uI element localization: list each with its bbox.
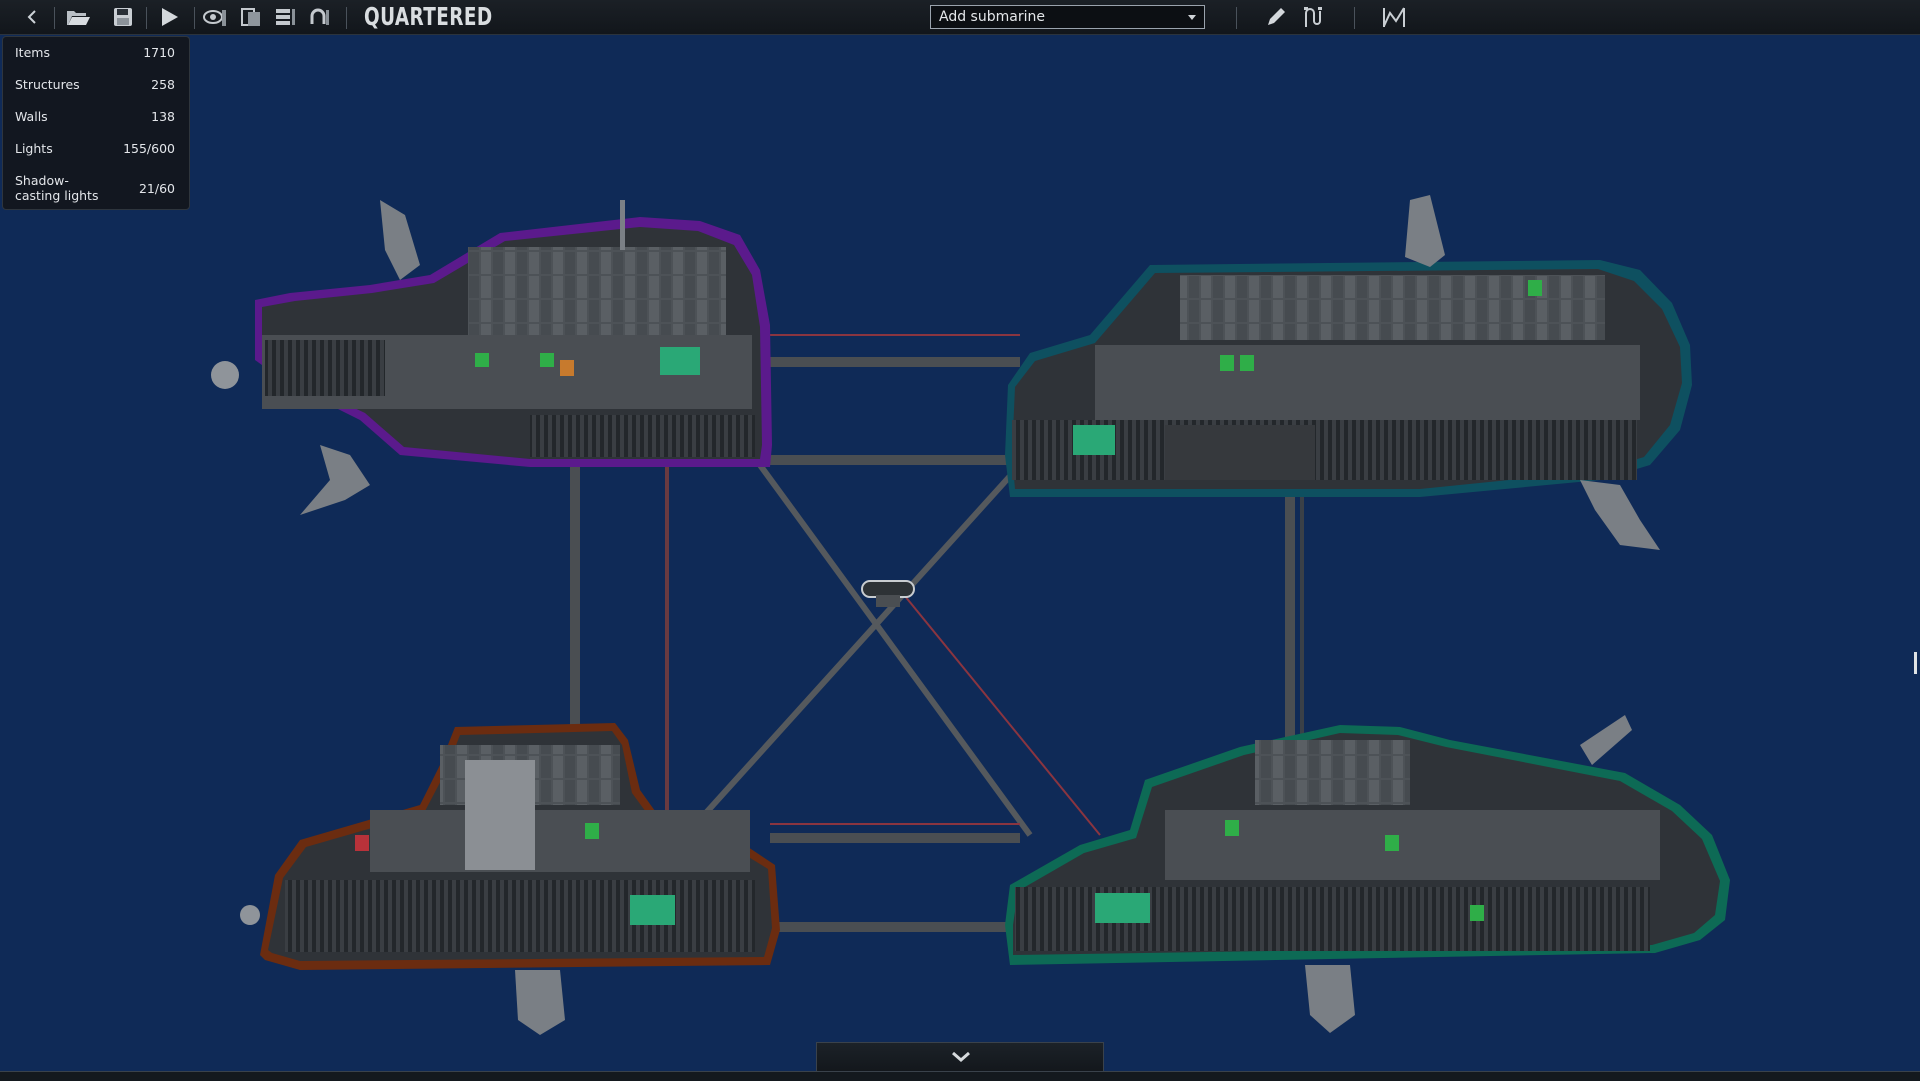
- list-icon: [276, 9, 295, 25]
- chevron-down-icon: [1188, 15, 1196, 20]
- back-icon: [27, 10, 36, 24]
- submarine-editor-canvas[interactable]: [0, 35, 1920, 1071]
- submarine-brown[interactable]: [240, 723, 780, 1035]
- waypoints-button[interactable]: [1380, 4, 1408, 30]
- play-icon: [162, 8, 178, 26]
- submarine-purple[interactable]: [211, 200, 772, 515]
- pencil-icon: [1268, 8, 1285, 25]
- wiring-mode-button[interactable]: [1300, 4, 1326, 30]
- add-submarine-dropdown[interactable]: Add submarine: [930, 5, 1205, 29]
- toggle-entity-menu-button[interactable]: [816, 1042, 1104, 1071]
- add-submarine-label: Add submarine: [939, 9, 1045, 25]
- editor-toolbar: QUARTERED Add submarine: [0, 0, 1920, 35]
- chevron-down-icon: [952, 1051, 970, 1062]
- resize-handle[interactable]: [1914, 652, 1917, 674]
- undo-icon: [310, 8, 329, 25]
- visibility-button[interactable]: [202, 4, 228, 30]
- submarine-green[interactable]: [1005, 715, 1730, 1033]
- back-button[interactable]: [22, 4, 42, 30]
- submarine-teal[interactable]: [1005, 195, 1692, 550]
- edit-mode-button[interactable]: [1264, 4, 1290, 30]
- open-folder-icon: [67, 11, 90, 25]
- visibility-icon: [203, 10, 226, 26]
- layers-button[interactable]: [238, 4, 264, 30]
- open-button[interactable]: [64, 4, 92, 30]
- waypoint-icon: [1383, 7, 1405, 27]
- entity-list-button[interactable]: [272, 4, 298, 30]
- undo-button[interactable]: [306, 4, 332, 30]
- docking-hub[interactable]: [861, 580, 915, 607]
- save-button[interactable]: [110, 4, 136, 30]
- wire-icon: [1304, 7, 1322, 27]
- save-icon: [114, 8, 132, 26]
- layers-icon: [241, 8, 260, 26]
- submarine-name: QUARTERED: [364, 2, 493, 31]
- test-submarine-button[interactable]: [156, 4, 182, 30]
